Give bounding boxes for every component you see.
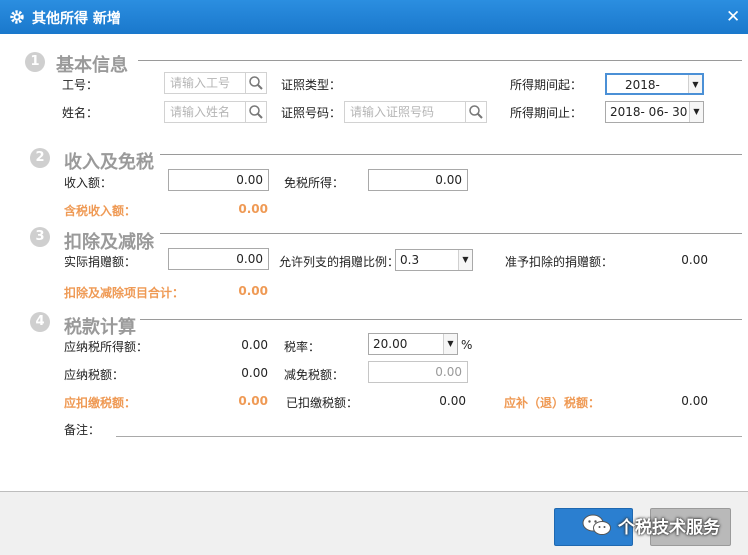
section-4-title: 税款计算	[64, 317, 136, 338]
tax-rate-value: 20.00	[373, 337, 408, 351]
deduction-total-value: 0.00	[238, 284, 268, 298]
period-start-value: 2018-	[625, 78, 660, 92]
tax-rate-select[interactable]: 20.00 ▼	[368, 333, 458, 355]
name-label: 姓名：	[62, 106, 99, 120]
deduction-total-label: 扣除及减除项目合计：	[64, 286, 185, 300]
period-end-label: 所得期间止：	[510, 106, 583, 120]
tax-withhold-value: 0.00	[238, 394, 268, 408]
close-icon[interactable]: ✕	[726, 7, 740, 27]
allowed-donation-label: 准予扣除的捐赠额：	[505, 255, 614, 269]
watermark-text: 个税技术服务	[618, 517, 720, 538]
section-4-number: 4	[30, 312, 50, 332]
section-1-number: 1	[25, 52, 45, 72]
section-3-number: 3	[30, 227, 50, 247]
taxable-income-value: 0.00	[238, 202, 268, 216]
tax-refund-value: 0.00	[681, 394, 708, 408]
donation-ratio-label: 允许列支的捐赠比例：	[279, 255, 400, 269]
period-start-label: 所得期间起：	[510, 78, 583, 92]
search-icon[interactable]	[245, 72, 267, 94]
window-title: 其他所得 新增	[32, 11, 121, 27]
chevron-down-icon[interactable]: ▼	[443, 334, 457, 354]
remarks-label: 备注：	[64, 423, 101, 437]
allowed-donation-value: 0.00	[681, 253, 708, 267]
employee-id-input[interactable]: 请输入工号	[164, 72, 246, 94]
remarks-input[interactable]	[116, 436, 742, 437]
section-2-title: 收入及免税	[64, 152, 154, 173]
tax-rate-unit: %	[461, 338, 473, 352]
search-icon[interactable]	[465, 101, 487, 123]
donation-input[interactable]: 0.00	[168, 248, 269, 270]
id-number-input[interactable]: 请输入证照号码	[344, 101, 466, 123]
tax-payable-label: 应纳税额：	[64, 368, 125, 382]
search-icon[interactable]	[245, 101, 267, 123]
section-2-number: 2	[30, 148, 50, 168]
chevron-down-icon[interactable]: ▼	[689, 102, 703, 122]
period-end-select[interactable]: 2018- 06- 30 ▼	[605, 101, 704, 123]
tax-rate-label: 税率：	[284, 340, 321, 354]
period-end-value: 2018- 06- 30	[610, 105, 688, 119]
tax-withhold-label: 应扣缴税额：	[64, 396, 137, 410]
section-2-divider	[160, 154, 742, 155]
name-input[interactable]: 请输入姓名	[164, 101, 246, 123]
exempt-label: 免税所得：	[284, 176, 345, 190]
wechat-icon	[582, 514, 611, 535]
exempt-input[interactable]: 0.00	[368, 169, 468, 191]
chevron-down-icon[interactable]: ▼	[688, 75, 702, 93]
section-3-divider	[160, 233, 742, 234]
donation-ratio-select[interactable]: 0.3 ▼	[395, 249, 473, 271]
section-1-divider	[138, 60, 742, 61]
taxable-amount-value: 0.00	[241, 338, 268, 352]
donation-ratio-value: 0.3	[400, 253, 420, 267]
watermark: 个税技术服务	[582, 510, 720, 540]
tax-refund-label: 应补（退）税额：	[504, 396, 601, 410]
title-bar: 其他所得 新增 ✕	[0, 0, 748, 34]
tax-relief-input[interactable]: 0.00	[368, 361, 468, 383]
section-4-divider	[140, 319, 742, 320]
period-start-select[interactable]: 2018- ▼	[605, 73, 704, 95]
income-input[interactable]: 0.00	[168, 169, 269, 191]
taxable-amount-label: 应纳税所得额：	[64, 340, 149, 354]
donation-label: 实际捐赠额：	[64, 255, 137, 269]
id-type-label: 证照类型：	[281, 78, 342, 92]
id-number-label: 证照号码：	[281, 106, 342, 120]
tax-relief-label: 减免税额：	[284, 368, 345, 382]
tax-payable-value: 0.00	[241, 366, 268, 380]
gear-icon	[10, 10, 24, 24]
section-3-title: 扣除及减除	[64, 232, 154, 253]
taxable-income-label: 含税收入额：	[64, 204, 137, 218]
tax-paid-label: 已扣缴税额：	[286, 396, 359, 410]
chevron-down-icon[interactable]: ▼	[458, 250, 472, 270]
employee-id-label: 工号：	[62, 78, 99, 92]
section-1-title: 基本信息	[56, 55, 128, 76]
income-label: 收入额：	[64, 176, 113, 190]
tax-paid-value: 0.00	[439, 394, 466, 408]
